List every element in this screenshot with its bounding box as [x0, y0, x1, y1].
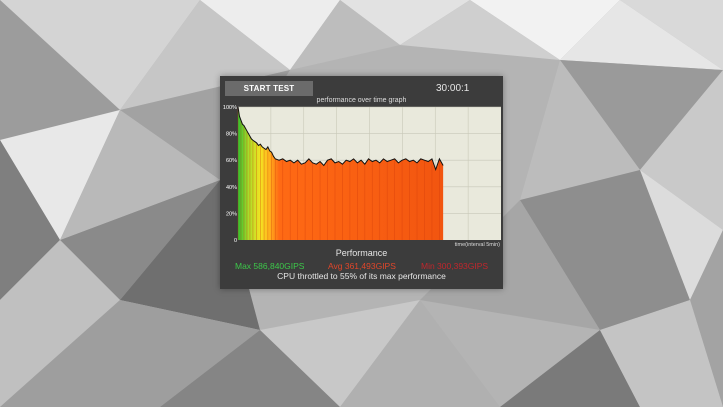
y-tick-label: 0 — [234, 238, 237, 244]
y-tick-label: 100% — [223, 105, 237, 111]
performance-chart: 0 20% 40% 60% 80% 100% time(interval 5min) — [223, 105, 501, 247]
y-tick-label: 60% — [226, 158, 237, 164]
y-tick-label: 20% — [226, 211, 237, 217]
test-timer: 30:00:1 — [436, 83, 470, 94]
y-tick-label: 40% — [226, 185, 237, 191]
throttle-message: CPU throttled to 55% of its max performa… — [277, 271, 446, 281]
x-axis-label: time(interval 5min) — [455, 242, 500, 247]
cpu-throttle-widget: START TEST 30:00:1 performance over time… — [220, 76, 503, 289]
graph-title: performance over time graph — [316, 97, 407, 104]
max-performance: Max 586,840GIPS — [235, 261, 305, 271]
min-performance: Min 300,393GIPS — [421, 261, 489, 271]
start-test-button[interactable]: START TEST — [225, 81, 313, 96]
avg-performance: Avg 361,493GIPS — [328, 261, 396, 271]
performance-label: Performance — [335, 248, 388, 258]
y-tick-label: 80% — [226, 132, 237, 138]
